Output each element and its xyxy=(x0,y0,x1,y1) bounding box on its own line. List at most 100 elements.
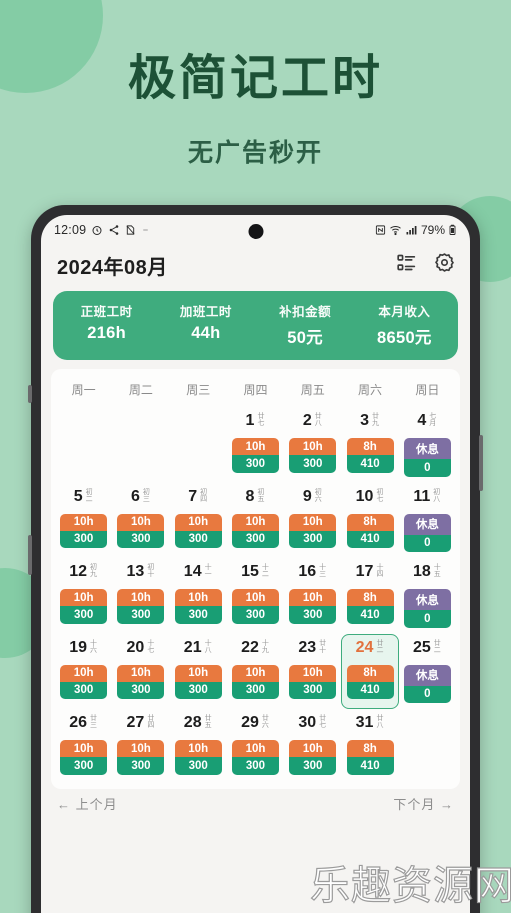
dash-icon xyxy=(141,225,150,235)
calendar-day-number: 19 xyxy=(69,638,88,656)
calendar-day[interactable]: 23 廿十 10h 300 xyxy=(284,634,341,710)
nfc-icon xyxy=(375,224,386,236)
rest-label: 休息 xyxy=(403,513,451,535)
calendar-day[interactable]: 12 初九 10h 300 xyxy=(55,558,112,634)
calendar-day[interactable]: 19 十六 10h 300 xyxy=(55,634,112,710)
lunar-char: 二 xyxy=(261,571,269,579)
calendar-day-empty xyxy=(112,407,169,483)
calendar-day[interactable]: 25 廿二休息 0 xyxy=(399,634,456,710)
calendar-day-number: 10 xyxy=(355,487,374,505)
day-entry-badge: 10h 300 xyxy=(231,513,279,548)
day-entry-badge: 8h 410 xyxy=(346,589,394,624)
day-income-label: 300 xyxy=(117,681,165,699)
calendar-day-number: 5 xyxy=(73,487,83,505)
calendar-day[interactable]: 2 廿八 10h 300 xyxy=(284,407,341,483)
day-income-label: 300 xyxy=(231,606,279,624)
calendar-day-header: 13 初十 xyxy=(115,563,166,587)
lunar-date-label: 十七 xyxy=(146,639,155,655)
lunar-date-label: 十八 xyxy=(204,639,213,655)
lunar-char: 五 xyxy=(204,722,212,730)
day-entry-badge: 8h 410 xyxy=(346,740,394,775)
work-hours-label: 10h xyxy=(289,513,337,531)
summary-label: 本月收入 xyxy=(378,305,431,319)
lunar-date-label: 初五 xyxy=(256,488,265,504)
calendar-day[interactable]: 11 初八休息 0 xyxy=(399,483,456,559)
calendar-day[interactable]: 18 十五休息 0 xyxy=(399,558,456,634)
calendar-day-header: 28 廿五 xyxy=(173,714,224,738)
calendar-day-header: 25 廿二 xyxy=(402,639,453,663)
prev-month-button[interactable]: ← 上个月 xyxy=(57,794,118,813)
calendar-weeks: 1 廿七 10h 300 2 廿八 10h 300 3 廿九 8h 410 4 七月休息 0 5 初二 10h 30… xyxy=(55,407,456,781)
list-view-icon[interactable] xyxy=(396,252,417,278)
day-entry-badge: 8h 410 xyxy=(346,664,394,699)
work-hours-label: 10h xyxy=(117,664,165,682)
phone-mockup: 12:09 79% 2024年08月 正班工时 216h 加班工时 44h 补扣… xyxy=(28,205,483,913)
calendar-day[interactable]: 4 七月休息 0 xyxy=(399,407,456,483)
day-income-label: 300 xyxy=(117,606,165,624)
calendar-day[interactable]: 30 廿七 10h 300 xyxy=(284,709,341,781)
calendar-day[interactable]: 16 十三 10h 300 xyxy=(284,558,341,634)
calendar-day[interactable]: 6 初三 10h 300 xyxy=(112,483,169,559)
lunar-char: 十 xyxy=(261,639,269,647)
calendar-day[interactable]: 22 十九 10h 300 xyxy=(227,634,284,710)
calendar-day[interactable]: 15 十二 10h 300 xyxy=(227,558,284,634)
calendar-day-number: 15 xyxy=(241,563,259,580)
calendar-day-header: 3廿九 xyxy=(344,412,395,436)
summary-value: 50元 xyxy=(287,329,323,347)
calendar-day-header: 30 廿七 xyxy=(287,714,338,738)
calendar-day[interactable]: 9 初六 10h 300 xyxy=(284,483,341,559)
calendar-day[interactable]: 26 廿三 10h 300 xyxy=(55,709,112,781)
calendar-day[interactable]: 29 廿六 10h 300 xyxy=(227,709,284,781)
next-month-button[interactable]: 下个月 → xyxy=(393,794,454,813)
calendar-day[interactable]: 31 廿八 8h 410 xyxy=(341,709,398,781)
calendar-day[interactable]: 13 初十 10h 300 xyxy=(112,558,169,634)
calendar-day-number: 13 xyxy=(126,563,145,580)
calendar-day[interactable]: 14 十一 10h 300 xyxy=(170,558,227,634)
gear-icon[interactable] xyxy=(434,252,455,278)
share-icon xyxy=(108,224,120,236)
calendar-day-number: 11 xyxy=(413,487,431,505)
calendar-day[interactable]: 1 廿七 10h 300 xyxy=(227,407,284,483)
summary-cell: 加班工时 44h xyxy=(156,301,255,348)
lunar-char: 廿 xyxy=(376,639,384,647)
lunar-char: 九 xyxy=(261,646,269,654)
calendar-day-header: 4七月 xyxy=(402,412,453,436)
calendar-day[interactable]: 21 十八 10h 300 xyxy=(170,634,227,710)
calendar-day[interactable]: 8 初五 10h 300 xyxy=(227,483,284,559)
calendar-day[interactable]: 7 初四 10h 300 xyxy=(170,483,227,559)
lunar-char: 三 xyxy=(90,722,98,730)
day-entry-badge: 10h 300 xyxy=(289,438,337,473)
calendar-day[interactable]: 3 廿九 8h 410 xyxy=(341,407,398,483)
calendar-day[interactable]: 27 廿四 10h 300 xyxy=(112,709,169,781)
work-hours-label: 10h xyxy=(117,589,165,606)
lunar-char: 十 xyxy=(319,646,327,654)
day-entry-badge: 10h 300 xyxy=(117,664,165,699)
calendar-week-row: 12 初九 10h 300 13 初十 10h 300 14 十一 10h 300 15 十二 10h 300… xyxy=(55,558,456,634)
alarm-icon xyxy=(91,224,103,236)
day-entry-badge: 8h 410 xyxy=(346,438,394,473)
lunar-date-label: 廿四 xyxy=(146,714,155,730)
rest-label: 休息 xyxy=(403,664,451,686)
lunar-char: 廿 xyxy=(376,715,384,722)
work-hours-label: 10h xyxy=(289,664,337,682)
calendar-day[interactable]: 17 十四 8h 410 xyxy=(341,558,398,634)
calendar-day-number: 18 xyxy=(412,563,431,580)
lunar-char: 六 xyxy=(261,722,269,730)
calendar-day[interactable]: 5 初二 10h 300 xyxy=(55,483,112,559)
lunar-char: 七 xyxy=(147,646,155,654)
calendar-day-selected[interactable]: 24 廿二 8h 410 xyxy=(341,633,399,709)
calendar-day[interactable]: 10 初七 8h 410 xyxy=(341,483,398,559)
lunar-date-label: 十四 xyxy=(375,563,384,579)
day-income-label: 300 xyxy=(60,757,108,775)
month-navigation: ← 上个月 下个月 → xyxy=(57,794,454,813)
day-income-label: 300 xyxy=(289,455,337,473)
lunar-char: 十 xyxy=(90,639,98,647)
calendar-day[interactable]: 28 廿五 10h 300 xyxy=(170,709,227,781)
phone-side-button xyxy=(479,435,483,491)
lunar-char: 初 xyxy=(257,488,265,496)
work-hours-label: 10h xyxy=(174,589,222,606)
calendar-day[interactable]: 20 十七 10h 300 xyxy=(112,634,169,710)
work-hours-label: 8h xyxy=(346,589,394,606)
lunar-char: 廿 xyxy=(314,413,322,420)
calendar-day-number: 3 xyxy=(360,412,370,429)
